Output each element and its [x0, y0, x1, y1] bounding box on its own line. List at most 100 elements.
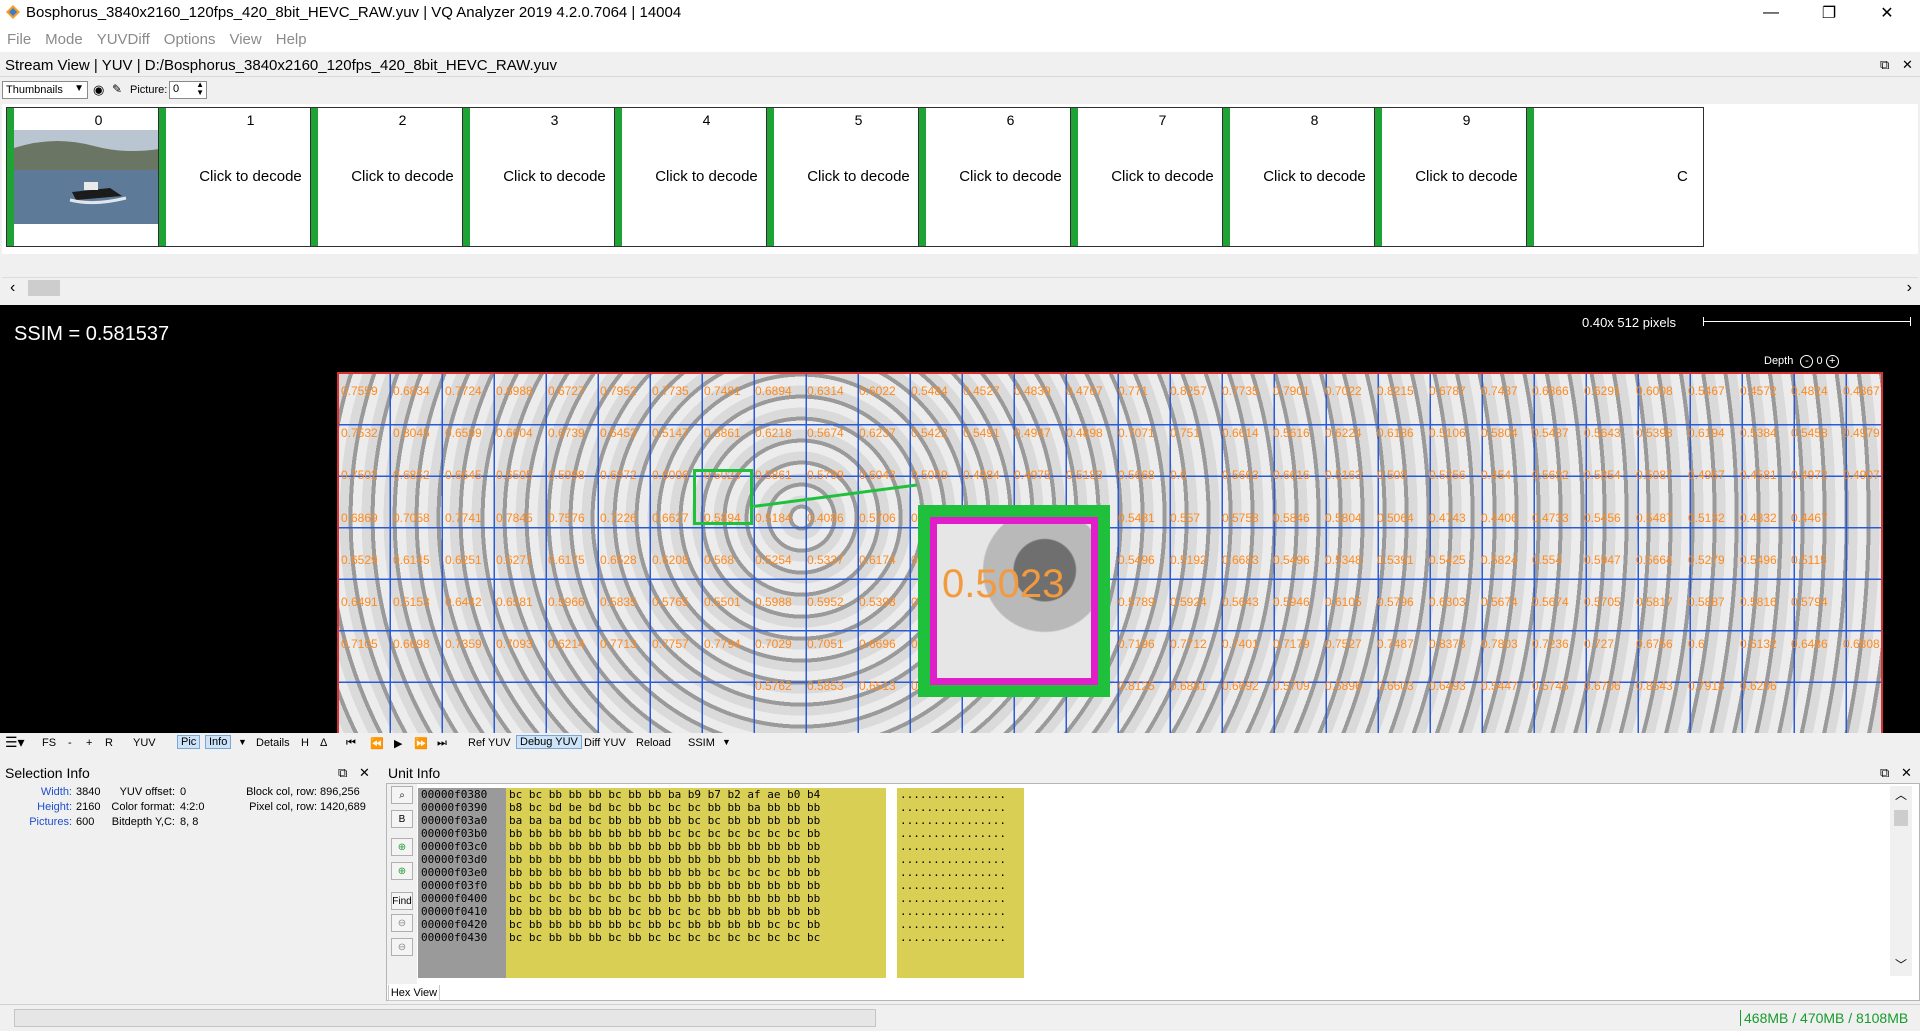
menu-bar: File Mode YUVDiff Options View Help: [0, 26, 1920, 52]
hamburger-menu-icon[interactable]: ☰▾: [5, 734, 25, 751]
minimize-button[interactable]: —: [1748, 0, 1794, 26]
spin-arrows-icon[interactable]: ▲ ▼: [196, 81, 204, 97]
selected-block[interactable]: [693, 469, 753, 525]
last-frame-icon[interactable]: ⏭: [437, 737, 447, 750]
picture-tool-icon[interactable]: ✎: [112, 82, 122, 96]
hex-byte-row[interactable]: bc bc bc bc bc bc bc bb bb bb bb bb bb b…: [509, 892, 886, 905]
hex-ascii-row[interactable]: ................: [900, 788, 1024, 801]
arrow-up-icon[interactable]: ⊕: [391, 838, 413, 856]
hex-ascii-row[interactable]: ................: [900, 827, 1024, 840]
hex-byte-row[interactable]: bb bb bb bb bb bb bb bb bb bb bb bb bb b…: [509, 853, 886, 866]
stream-view-title: Stream View | YUV | D:/Bosphorus_3840x21…: [5, 57, 558, 74]
hex-address: 00000f0380: [421, 788, 488, 801]
scrollbar-thumb[interactable]: [28, 280, 60, 296]
tab-hex-view[interactable]: Hex View: [388, 985, 440, 1001]
find-button[interactable]: Find: [391, 892, 413, 910]
hex-ascii-row[interactable]: ................: [900, 840, 1024, 853]
hex-ascii-row[interactable]: ................: [900, 814, 1024, 827]
picture-spinbox[interactable]: 0 ▲ ▼: [169, 81, 207, 99]
depth-decrease-button[interactable]: -: [1800, 355, 1814, 368]
close-panel-icon[interactable]: ✕: [1901, 765, 1912, 781]
view-mode-select[interactable]: Thumbnails ▼: [2, 81, 88, 99]
hex-ascii-column[interactable]: ........................................…: [897, 788, 1024, 978]
thumbnail-10[interactable]: C: [1526, 107, 1704, 247]
menu-mode[interactable]: Mode: [38, 31, 90, 48]
ssim-block-value: 0.5192: [1170, 553, 1207, 567]
menu-yuvdiff[interactable]: YUVDiff: [90, 31, 157, 48]
hex-byte-row[interactable]: bb bb bb bb bb bb bc bb bc bc bb bb bb b…: [509, 905, 886, 918]
ssim-block-value: 0.6505: [496, 468, 533, 482]
ssim-block-value: 0.554: [1532, 553, 1563, 567]
thumbnail-scrollbar[interactable]: ‹ ›: [2, 277, 1918, 298]
bookmark-button[interactable]: B: [391, 810, 413, 828]
chevron-down-icon[interactable]: ﹀: [1895, 956, 1907, 973]
arrow-down-icon[interactable]: ⊕: [391, 862, 413, 880]
menu-options[interactable]: Options: [157, 31, 223, 48]
hex-bytes-column[interactable]: bc bc bb bb bb bc bb bb ba b9 b7 b2 af a…: [506, 788, 886, 978]
close-panel-icon[interactable]: ✕: [1902, 57, 1913, 73]
zoom-out-button[interactable]: -: [68, 737, 72, 749]
histogram-button[interactable]: H: [301, 737, 309, 749]
hex-ascii-row[interactable]: ................: [900, 879, 1024, 892]
delta-button[interactable]: Δ: [320, 737, 327, 749]
find-next-icon[interactable]: ⊖: [391, 914, 413, 932]
hex-ascii-row[interactable]: ................: [900, 801, 1024, 814]
scrollbar-thumb[interactable]: [1894, 810, 1908, 826]
first-frame-icon[interactable]: ⏮: [346, 737, 356, 750]
info-toggle[interactable]: Info: [205, 735, 232, 749]
info-dropdown-icon[interactable]: ▼: [238, 737, 247, 747]
close-button[interactable]: ✕: [1864, 0, 1910, 26]
hex-byte-row[interactable]: bb bb bb bb bb bb bb bb bb bb bc bc bc b…: [509, 866, 886, 879]
previous-frame-icon[interactable]: ⏪: [370, 737, 384, 750]
play-icon[interactable]: ▶: [394, 737, 402, 750]
hex-byte-row[interactable]: ba ba ba bd bc bb bb bb bb bc bc bb bb b…: [509, 814, 886, 827]
hex-ascii-row[interactable]: ................: [900, 918, 1024, 931]
chevron-left-icon[interactable]: ‹: [10, 279, 15, 297]
hex-ascii-row[interactable]: ................: [900, 905, 1024, 918]
ssim-block-value: 0.6869: [341, 511, 378, 525]
hex-byte-row[interactable]: bc bc bb bb bb bc bb bc bc bc bc bc bc b…: [509, 931, 886, 944]
reload-button[interactable]: Reload: [636, 737, 671, 749]
float-panel-icon[interactable]: ⧉: [1880, 765, 1889, 781]
chevron-up-icon[interactable]: ︿: [1895, 786, 1907, 803]
hex-byte-row[interactable]: bb bb bb bb bb bb bb bb bc bc bc bc bc b…: [509, 827, 886, 840]
zoom-in-button[interactable]: +: [86, 737, 92, 749]
fullscreen-button[interactable]: FS: [42, 737, 56, 749]
ssim-block-value: 0.7794: [704, 637, 741, 651]
float-panel-icon[interactable]: ⧉: [1880, 57, 1889, 73]
debug-yuv-toggle[interactable]: Debug YUV: [516, 735, 582, 749]
chevron-right-icon[interactable]: ›: [1907, 279, 1912, 297]
menu-help[interactable]: Help: [269, 31, 314, 48]
hex-ascii-row[interactable]: ................: [900, 866, 1024, 879]
reset-button[interactable]: R: [105, 737, 113, 749]
hex-byte-row[interactable]: bc bb bb bb bb bb bc bb bc bb bb bb bb b…: [509, 918, 886, 931]
ssim-block-value: 0.7071: [1118, 426, 1155, 440]
details-button[interactable]: Details: [256, 737, 290, 749]
float-panel-icon[interactable]: ⧉: [338, 765, 347, 781]
hex-ascii-row[interactable]: ................: [900, 931, 1024, 944]
hex-byte-row[interactable]: bb bb bb bb bb bb bb bb bb bb bb bb bb b…: [509, 879, 886, 892]
hex-ascii-row[interactable]: ................: [900, 853, 1024, 866]
restore-button[interactable]: ❐: [1806, 0, 1852, 26]
depth-increase-button[interactable]: +: [1825, 355, 1839, 368]
ssim-block-value: 0.7735: [652, 384, 689, 398]
metric-select[interactable]: SSIM: [688, 737, 715, 749]
menu-view[interactable]: View: [222, 31, 268, 48]
yuv-button[interactable]: YUV: [133, 737, 156, 749]
ssim-map-picture[interactable]: 0.7559 0.6834 0.7724 0.6988 0.6727 0.7952 0.77…: [337, 372, 1883, 733]
diff-yuv-button[interactable]: Diff YUV: [584, 737, 626, 749]
pic-toggle[interactable]: Pic: [177, 735, 201, 749]
hex-byte-row[interactable]: b8 bc bd be bd bc bb bc bc bc bb bb ba b…: [509, 801, 886, 814]
next-frame-icon[interactable]: ⏩: [414, 737, 428, 750]
hex-byte-row[interactable]: bc bc bb bb bb bc bb bb ba b9 b7 b2 af a…: [509, 788, 886, 801]
find-previous-icon[interactable]: ⊖: [391, 938, 413, 956]
hex-scrollbar[interactable]: ︿ ﹀: [1890, 786, 1912, 976]
hex-byte-row[interactable]: bb bb bb bb bb bb bb bb bb bb bb bb bb b…: [509, 840, 886, 853]
close-panel-icon[interactable]: ✕: [359, 765, 370, 781]
menu-file[interactable]: File: [0, 31, 38, 48]
chevron-down-icon[interactable]: ▼: [722, 737, 731, 747]
hex-ascii-row[interactable]: ................: [900, 892, 1024, 905]
ref-yuv-button[interactable]: Ref YUV: [468, 737, 511, 749]
search-icon[interactable]: ⌕: [391, 786, 413, 804]
settings-icon[interactable]: ◉: [93, 82, 104, 98]
